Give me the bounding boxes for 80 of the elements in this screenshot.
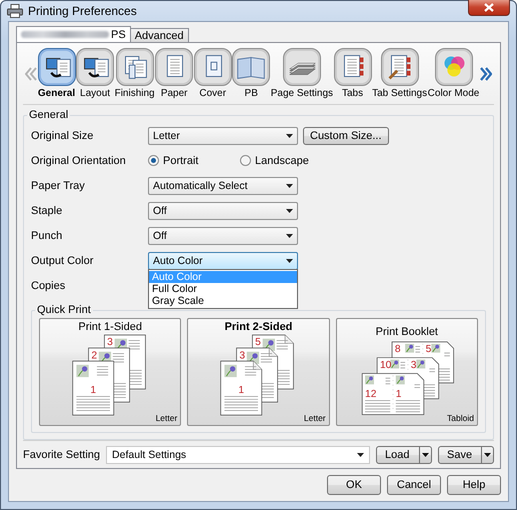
quick-print-card[interactable]: Print Booklet 8 5 10 3 12 1 Tabloid — [336, 318, 478, 426]
page-number: 1 — [90, 384, 96, 396]
cover-page-icon — [194, 48, 232, 86]
page-number: 3 — [410, 360, 416, 371]
caret-icon — [286, 208, 293, 212]
split-button[interactable]: Save — [438, 446, 494, 464]
page-number: 3 — [107, 337, 114, 348]
custom-size-button[interactable]: Custom Size... — [303, 126, 389, 144]
card-title: Print 2-Sided — [224, 321, 292, 333]
field-label: Copies — [31, 280, 66, 292]
dialog-button[interactable]: Cancel — [387, 475, 441, 495]
caret-icon — [286, 258, 293, 262]
caret-icon — [286, 184, 293, 188]
quick-print-card[interactable]: Print 1-Sided 3 2 1 Letter — [39, 318, 182, 426]
card-title: Print Booklet — [376, 326, 438, 338]
category-button[interactable]: Color Mode — [428, 48, 480, 99]
page-number: 3 — [240, 350, 246, 362]
group-title: General — [28, 109, 70, 121]
field-label: Favorite Setting — [23, 448, 100, 460]
page-number: 10 — [380, 360, 392, 371]
caret-icon — [357, 452, 364, 456]
page-number: 12 — [364, 388, 376, 400]
card-title: Print 1-Sided — [78, 321, 142, 333]
tabbed-document-wrench-icon — [380, 48, 419, 86]
page-number: 5 — [256, 337, 262, 348]
category-button[interactable]: General — [38, 48, 76, 99]
monitor-document-icon — [38, 48, 76, 86]
scroll-right-icon[interactable] — [480, 66, 492, 80]
category-button[interactable]: PB — [232, 48, 270, 99]
dropdown[interactable]: Letter — [148, 126, 298, 144]
page-number: 8 — [394, 344, 400, 356]
open-book-icon — [232, 48, 270, 86]
paper-size-label: Tabloid — [447, 413, 474, 423]
caret-icon — [286, 134, 293, 138]
group-title: Quick Print — [36, 304, 92, 316]
paper-size-label: Letter — [304, 413, 326, 423]
dropdown[interactable]: Auto Color — [148, 252, 298, 270]
close-icon — [484, 2, 494, 12]
caret-icon — [422, 452, 429, 456]
category-button[interactable]: Tab Settings — [372, 48, 428, 99]
category-button[interactable]: Cover — [194, 48, 232, 99]
field-label: Original Size — [31, 130, 94, 142]
printer-icon — [7, 4, 23, 18]
page-number: 5 — [425, 344, 432, 356]
tab[interactable]: Advanced — [130, 28, 189, 42]
field-label: Paper Tray — [31, 180, 86, 192]
tabbed-document-icon — [334, 48, 372, 86]
page-number: 1 — [396, 388, 402, 400]
category-button[interactable]: Paper — [155, 48, 194, 99]
category-button[interactable]: Tabs — [334, 48, 372, 99]
quick-print-card[interactable]: Print 2-Sided 5 3 1 Letter — [187, 318, 330, 426]
monitor-document-icon — [76, 48, 114, 86]
paper-size-label: Letter — [156, 413, 178, 423]
favorite-dropdown[interactable]: Default Settings — [106, 446, 370, 464]
category-button[interactable]: Finishing — [114, 48, 155, 99]
field-label: Output Color — [31, 254, 94, 266]
field-label: Punch — [31, 230, 64, 242]
caret-icon — [286, 234, 293, 238]
split-button[interactable]: Load — [376, 446, 432, 464]
field-label: Staple — [31, 204, 64, 216]
color-circles-icon — [434, 48, 472, 86]
dialog-button[interactable]: OK — [327, 475, 381, 495]
radio-option[interactable]: Portrait — [148, 154, 240, 166]
tab[interactable]: PS — [16, 26, 131, 42]
window-title: Printing Preferences — [28, 4, 138, 18]
document-icon — [155, 48, 194, 86]
page-number: 1 — [238, 384, 245, 396]
category-button[interactable]: Layout — [76, 48, 114, 99]
close-button[interactable] — [468, 0, 510, 16]
radio-option[interactable]: Landscape — [240, 154, 332, 166]
dropdown[interactable]: Off — [148, 202, 298, 220]
category-button[interactable]: Page Settings — [270, 48, 334, 99]
dropdown[interactable]: Automatically Select — [148, 176, 298, 194]
page-number: 2 — [92, 350, 98, 362]
dropdown[interactable]: Off — [148, 226, 298, 244]
folded-pages-icon — [116, 48, 154, 86]
caret-icon — [484, 452, 491, 456]
paper-stack-icon — [282, 48, 321, 86]
field-label: Original Orientation — [31, 154, 127, 166]
dialog-button[interactable]: Help — [447, 475, 501, 495]
